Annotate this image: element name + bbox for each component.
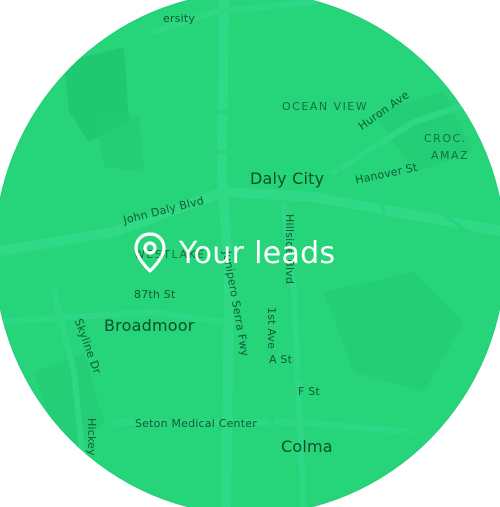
headline: Your leads <box>179 235 336 271</box>
label-f-st: F St <box>298 385 320 398</box>
label-ocean-view: OCEAN VIEW <box>282 100 369 113</box>
road <box>352 410 466 454</box>
map-pin-icon <box>133 232 167 274</box>
road <box>162 340 176 464</box>
label-broadmoor: Broadmoor <box>104 316 195 335</box>
label-hickey: Hickey <box>85 418 98 456</box>
label-daly-city: Daly City <box>250 169 325 188</box>
label-seton: Seton Medical Center <box>135 417 257 430</box>
label-a-st: A St <box>269 353 293 366</box>
label-colma: Colma <box>281 437 333 456</box>
label-1st-ave: 1st Ave <box>265 307 278 350</box>
park-area <box>324 272 464 392</box>
leads-overlay: Your leads <box>133 232 335 274</box>
label-university: ersity <box>163 12 196 25</box>
label-amaz: AMAZ <box>431 149 470 162</box>
label-87th-st: 87th St <box>134 288 176 301</box>
park-area <box>94 112 144 172</box>
road <box>242 370 376 384</box>
road <box>32 190 116 204</box>
label-croc: CROC. <box>424 132 467 145</box>
